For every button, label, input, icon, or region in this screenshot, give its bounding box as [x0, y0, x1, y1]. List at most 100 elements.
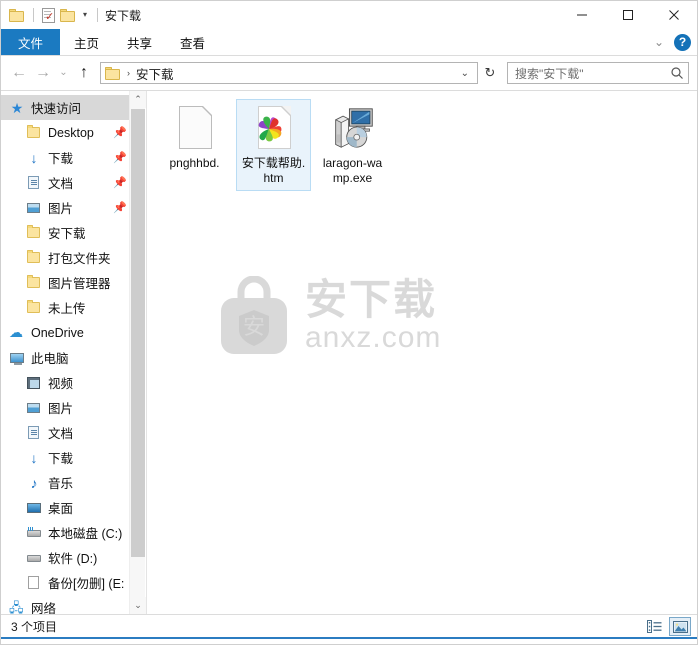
sidebar-item-label: 图片	[48, 202, 74, 216]
minimize-button[interactable]	[559, 1, 605, 29]
file-list-pane[interactable]: pnghhbd. 安下载帮助.htm laragon-wamp.exe 安 安下…	[147, 91, 697, 614]
ribbon-right-controls: ⌄ ?	[654, 29, 691, 55]
sidebar-item-label: 软件 (D:)	[48, 552, 98, 566]
search-box[interactable]: 搜索"安下载"	[507, 62, 689, 84]
file-items: pnghhbd. 安下载帮助.htm laragon-wamp.exe	[147, 91, 697, 191]
sidebar-item-label: 文档	[48, 427, 74, 441]
file-name: 安下载帮助.htm	[241, 156, 306, 185]
folder-icon	[26, 224, 42, 241]
address-dropdown-icon[interactable]: ⌄	[455, 68, 475, 79]
sidebar-item-19[interactable]: 备份[勿删] (E:	[1, 570, 129, 595]
watermark-bag-icon: 安	[217, 275, 291, 356]
watermark-domain: anxz.com	[305, 321, 442, 354]
chevron-down-icon[interactable]: ⌄	[654, 36, 664, 48]
sidebar-item-3[interactable]: 文档 📌	[1, 170, 129, 195]
sidebar-item-20[interactable]: 🖧 网络	[1, 595, 129, 615]
sidebar-item-2[interactable]: ↓ 下载 📌	[1, 145, 129, 170]
maximize-button[interactable]	[605, 1, 651, 29]
pin-icon[interactable]: 📌	[113, 176, 127, 189]
sidebar-item-8[interactable]: 未上传	[1, 295, 129, 320]
window-controls	[559, 1, 697, 29]
sidebar-item-16[interactable]: 桌面	[1, 495, 129, 520]
pin-icon[interactable]: 📌	[113, 151, 127, 164]
sidebar-item-label: 下载	[48, 152, 74, 166]
up-button[interactable]: ↑	[72, 61, 96, 85]
sidebar-item-1[interactable]: Desktop 📌	[1, 120, 129, 145]
tab-share[interactable]: 共享	[113, 29, 166, 55]
file-name: laragon-wamp.exe	[322, 156, 383, 185]
network-icon: 🖧	[9, 599, 24, 614]
scroll-down-icon[interactable]: ⌄	[130, 597, 146, 614]
installer-glyph	[334, 108, 373, 148]
documents-icon	[26, 175, 42, 191]
folder-icon[interactable]	[9, 8, 25, 22]
sidebar-item-4[interactable]: 图片 📌	[1, 195, 129, 220]
list-item[interactable]: 安下载帮助.htm	[236, 99, 311, 191]
sidebar-item-6[interactable]: 打包文件夹	[1, 245, 129, 270]
quick-access-toolbar: ✓ ▾	[9, 1, 101, 29]
search-input[interactable]: 搜索"安下载"	[515, 65, 670, 82]
close-button[interactable]	[651, 1, 697, 29]
sidebar-item-12[interactable]: 图片	[1, 395, 129, 420]
sidebar-item-10[interactable]: 此电脑	[1, 345, 129, 370]
list-item[interactable]: pnghhbd.	[157, 99, 232, 191]
forward-button[interactable]: →	[31, 61, 55, 85]
watermark-text: 安下载 anxz.com	[305, 279, 441, 353]
sidebar-item-label: 本地磁盘 (C:)	[48, 527, 123, 541]
sidebar-item-14[interactable]: ↓ 下载	[1, 445, 129, 470]
address-bar[interactable]: › 安下载 ⌄	[100, 62, 478, 84]
tab-home[interactable]: 主页	[60, 29, 113, 55]
tab-view[interactable]: 查看	[166, 29, 219, 55]
sidebar-item-label: Desktop	[48, 125, 94, 140]
breadcrumb-current[interactable]: 安下载	[136, 64, 174, 83]
breadcrumb[interactable]: › 安下载	[105, 64, 174, 83]
qat-separator-2	[97, 8, 99, 22]
sidebar-item-9[interactable]: ☁ OneDrive	[1, 320, 129, 345]
navigation-pane: ★ 快速访问 Desktop 📌 ↓ 下载 📌 文档 📌 图片 📌 安下载 打包文件夹 图片管理器 未上传 ☁…	[1, 91, 147, 614]
sidebar-item-label: 未上传	[48, 302, 86, 316]
pin-icon[interactable]: 📌	[113, 201, 127, 214]
sidebar-scrollbar[interactable]: ⌃ ⌄	[129, 91, 146, 614]
sidebar-item-5[interactable]: 安下载	[1, 220, 129, 245]
sidebar-item-label: 下载	[48, 452, 74, 466]
scrollbar-thumb[interactable]	[131, 109, 145, 557]
list-item[interactable]: laragon-wamp.exe	[315, 99, 390, 191]
refresh-button[interactable]: ↻	[479, 62, 501, 84]
customize-caret-icon[interactable]: ▾	[81, 11, 89, 19]
sidebar-item-label: 图片管理器	[48, 277, 111, 291]
sidebar-item-7[interactable]: 图片管理器	[1, 270, 129, 295]
tab-file[interactable]: 文件	[1, 29, 61, 55]
sidebar-item-label: 此电脑	[31, 352, 69, 366]
sidebar-item-17[interactable]: 本地磁盘 (C:)	[1, 520, 129, 545]
pin-icon[interactable]: 📌	[113, 126, 127, 139]
download-icon: ↓	[30, 449, 38, 466]
sidebar-item-11[interactable]: 视频	[1, 370, 129, 395]
navigation-bar: ← → ⌄ ↑ › 安下载 ⌄ ↻ 搜索"安下载"	[1, 56, 697, 90]
large-icons-view-button[interactable]	[669, 617, 691, 636]
documents-icon	[26, 425, 42, 441]
breadcrumb-folder-icon	[105, 66, 121, 80]
sidebar-item-13[interactable]: 文档	[1, 420, 129, 445]
sidebar-item-18[interactable]: 软件 (D:)	[1, 545, 129, 570]
properties-icon[interactable]: ✓	[42, 7, 55, 23]
scroll-up-icon[interactable]: ⌃	[130, 91, 146, 108]
sidebar-item-label: 安下载	[48, 227, 86, 241]
back-button[interactable]: ←	[7, 61, 31, 85]
download-icon: ↓	[30, 149, 38, 166]
file-name: pnghhbd.	[169, 156, 220, 170]
folder-icon	[26, 299, 42, 316]
recent-locations-button[interactable]: ⌄	[55, 61, 72, 85]
pinwheel-glyph	[258, 116, 281, 142]
sidebar-item-label: 快速访问	[31, 102, 82, 116]
computer-icon	[9, 350, 25, 366]
new-folder-icon[interactable]	[60, 8, 76, 22]
help-button[interactable]: ?	[674, 33, 691, 51]
cloud-icon: ☁	[9, 323, 23, 340]
pictures-icon	[26, 200, 42, 216]
sidebar-item-label: 网络	[31, 602, 57, 614]
sidebar-item-0[interactable]: ★ 快速访问	[1, 95, 129, 120]
sidebar-item-15[interactable]: ♪ 音乐	[1, 470, 129, 495]
details-view-button[interactable]	[643, 617, 665, 636]
item-count: 3 个项目	[11, 620, 58, 634]
videos-icon	[26, 375, 42, 391]
